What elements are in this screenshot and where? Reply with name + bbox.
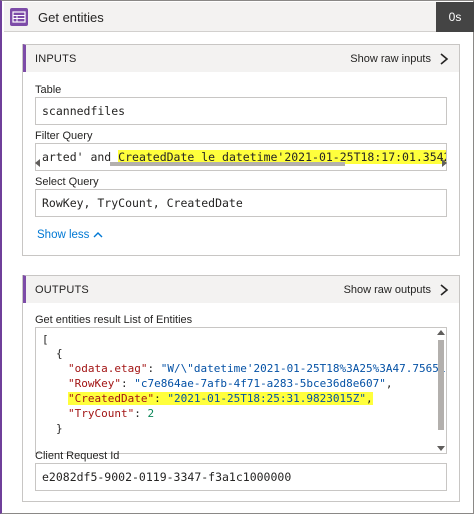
json-vertical-scrollbar[interactable] (436, 328, 446, 453)
table-field[interactable]: scannedfiles (35, 97, 447, 125)
action-title: Get entities (38, 10, 104, 25)
scroll-left-icon[interactable] (35, 159, 40, 167)
duration-badge: 0s (436, 2, 474, 32)
show-less-label: Show less (37, 229, 90, 241)
select-query-field[interactable]: RowKey, TryCount, CreatedDate (35, 189, 447, 217)
outputs-title: OUTPUTS (35, 284, 89, 296)
json-key: "odata.etag" (68, 362, 148, 375)
chevron-right-icon[interactable] (439, 284, 449, 296)
outputs-section: OUTPUTS Show raw outputs Get entities re… (22, 275, 460, 502)
filter-query-label: Filter Query (35, 130, 93, 142)
show-raw-outputs-link[interactable]: Show raw outputs (344, 284, 431, 296)
show-raw-inputs-link[interactable]: Show raw inputs (350, 53, 431, 65)
json-line-trycount: "TryCount": 2 (68, 407, 155, 420)
chevron-up-icon (93, 232, 103, 238)
json-close-brace: } (56, 422, 63, 435)
scroll-up-icon[interactable] (437, 330, 445, 335)
json-value: "W/\"datetime'2021-01-25T18%3A25%3A47.75… (160, 362, 447, 375)
json-value: "c7e864ae-7afb-4f71-a283-5bce36d8e607" (134, 377, 386, 390)
action-card: Get entities 0s INPUTS Show raw inputs T… (0, 0, 474, 514)
outputs-header: OUTPUTS Show raw outputs (23, 275, 459, 303)
inputs-section: INPUTS Show raw inputs Table scannedfile… (22, 44, 460, 256)
json-value: "2021-01-25T18:25:31.9823015Z" (167, 392, 367, 405)
client-request-id-field[interactable]: e2082df5-9002-0119-3347-f3a1c1000000 (35, 463, 447, 491)
table-storage-icon (10, 8, 28, 26)
scroll-down-icon[interactable] (437, 446, 445, 451)
inputs-header: INPUTS Show raw inputs (23, 44, 459, 72)
scrollbar-thumb[interactable] (438, 340, 444, 430)
json-key: "TryCount" (68, 407, 135, 420)
select-query-label: Select Query (35, 176, 99, 188)
scroll-right-icon[interactable] (442, 159, 447, 167)
action-header[interactable]: Get entities 0s (4, 2, 474, 32)
filter-horizontal-scrollbar[interactable] (35, 159, 447, 168)
json-open-brace: { (56, 347, 63, 360)
chevron-right-icon[interactable] (439, 53, 449, 65)
inputs-title: INPUTS (35, 53, 77, 65)
select-query-value: RowKey, TryCount, CreatedDate (42, 196, 243, 210)
json-line-createddate: "CreatedDate": "2021-01-25T18:25:31.9823… (68, 392, 373, 405)
entities-label: Get entities result List of Entities (35, 314, 193, 326)
scrollbar-thumb[interactable] (110, 162, 345, 166)
client-request-id-label: Client Request Id (35, 450, 120, 462)
json-line-etag: "odata.etag": "W/\"datetime'2021-01-25T1… (68, 362, 447, 375)
show-less-link[interactable]: Show less (37, 229, 103, 241)
json-value: 2 (147, 407, 155, 420)
json-line-rowkey: "RowKey": "c7e864ae-7afb-4f71-a283-5bce3… (68, 377, 393, 390)
table-label: Table (35, 84, 62, 96)
json-key: "CreatedDate" (68, 392, 155, 405)
entities-json-viewer[interactable]: [ { "odata.etag": "W/\"datetime'2021-01-… (35, 327, 447, 454)
client-request-id-value: e2082df5-9002-0119-3347-f3a1c1000000 (42, 470, 292, 484)
json-open-bracket: [ (42, 333, 49, 346)
json-key: "RowKey" (68, 377, 121, 390)
table-value: scannedfiles (42, 104, 126, 118)
